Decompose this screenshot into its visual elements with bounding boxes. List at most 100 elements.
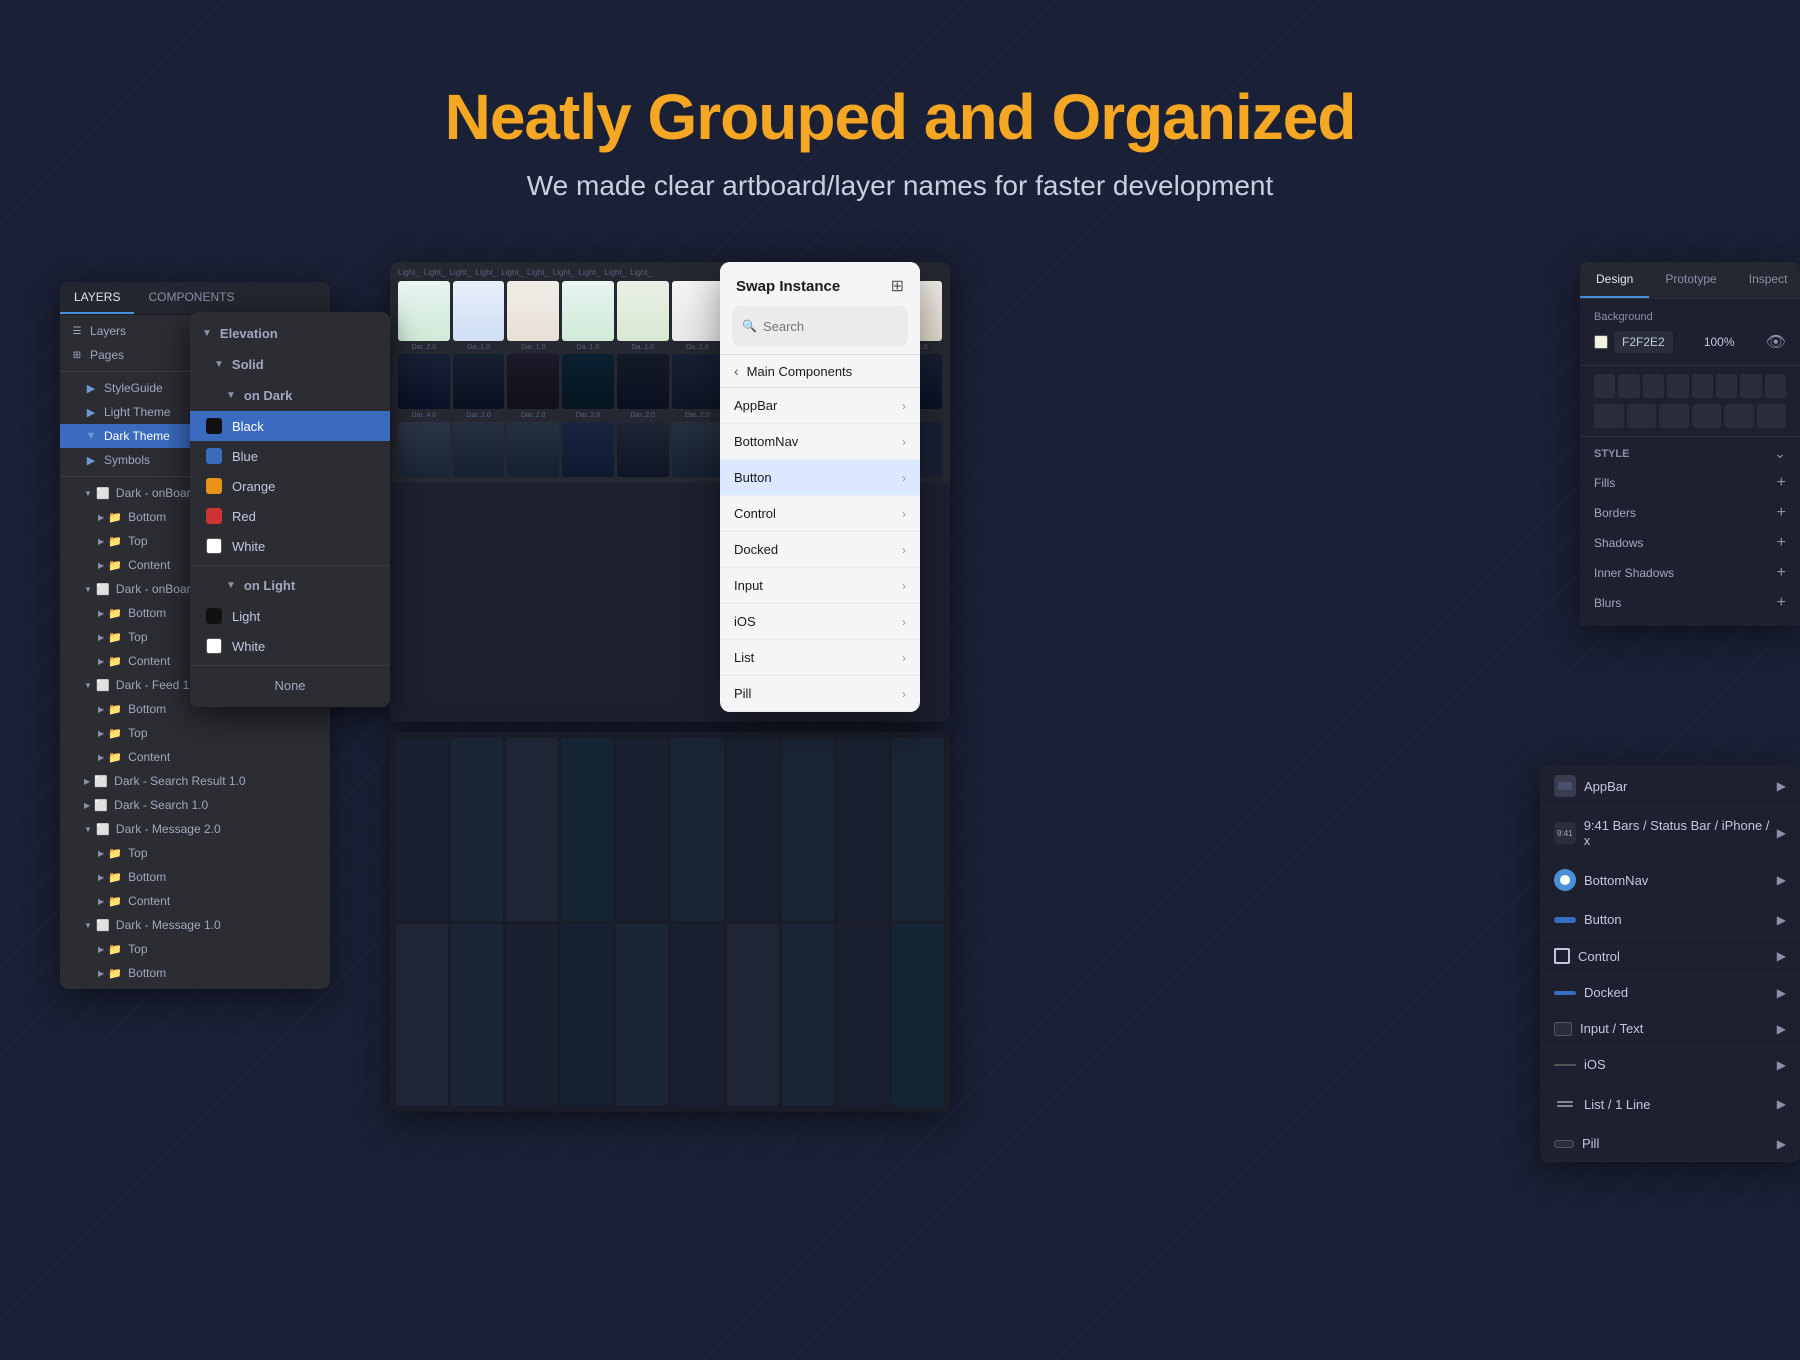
- statusbar-label: 9:41 Bars / Status Bar / iPhone / x: [1584, 818, 1777, 848]
- layers-icon: ☰: [70, 324, 84, 338]
- arrow-right-icon: ▶: [1777, 1137, 1786, 1151]
- swap-item-ios[interactable]: iOS ›: [720, 604, 920, 640]
- bottom-item-docked[interactable]: Docked ▶: [1540, 975, 1800, 1011]
- docked-icon: [1554, 991, 1576, 995]
- layer-dark-message1[interactable]: ▼ ⬜ Dark - Message 1.0: [60, 913, 330, 937]
- page-container: Neatly Grouped and Organized We made cle…: [0, 0, 1800, 1360]
- chevron-down-icon[interactable]: ⌄: [1774, 445, 1786, 462]
- black-swatch: [206, 418, 222, 434]
- bottom-item-bottomnav[interactable]: BottomNav ▶: [1540, 859, 1800, 902]
- add-icon[interactable]: +: [1777, 594, 1786, 612]
- swap-item-docked[interactable]: Docked ›: [720, 532, 920, 568]
- white-swatch: [206, 538, 222, 554]
- prop-ctrl-4[interactable]: [1692, 404, 1722, 428]
- chevron-right-icon: ›: [902, 687, 906, 701]
- white-label-light: White: [232, 639, 265, 654]
- add-icon[interactable]: +: [1777, 474, 1786, 492]
- search-input[interactable]: [763, 319, 920, 334]
- align-ctrl-3[interactable]: [1643, 374, 1664, 398]
- none-option[interactable]: None: [190, 670, 390, 701]
- arrow-right-icon: ▶: [1777, 913, 1786, 927]
- bottom-right-panel: AppBar ▶ 9:41 9:41 Bars / Status Bar / i…: [1540, 765, 1800, 1162]
- bottom-item-inputtext[interactable]: Input / Text ▶: [1540, 1011, 1800, 1047]
- color-item-white-dark[interactable]: White: [190, 531, 390, 561]
- swap-item-button[interactable]: Button ›: [720, 460, 920, 496]
- screen-icon: ⬜: [94, 774, 108, 788]
- prop-ctrl-6[interactable]: [1757, 404, 1787, 428]
- content-area: LAYERS COMPONENTS ☰ Layers ⊞ Pages ▶ Sty…: [0, 262, 1800, 1162]
- back-icon[interactable]: ‹: [734, 363, 739, 379]
- align-ctrl-1[interactable]: [1594, 374, 1615, 398]
- chevron-right-icon: ›: [902, 615, 906, 629]
- layer-top-5[interactable]: ▶ 📁 Top: [60, 937, 330, 961]
- add-icon[interactable]: +: [1777, 534, 1786, 552]
- swap-item-bottomnav[interactable]: BottomNav ›: [720, 424, 920, 460]
- tab-prototype[interactable]: Prototype: [1649, 262, 1732, 298]
- bottom-item-pill[interactable]: Pill ▶: [1540, 1126, 1800, 1162]
- pill-label: Pill: [1582, 1136, 1599, 1151]
- layer-bottom-4[interactable]: ▶ 📁 Bottom: [60, 865, 330, 889]
- layers-tabs: LAYERS COMPONENTS: [60, 282, 330, 315]
- list-icon: [1554, 1093, 1576, 1115]
- chevron-right-icon: ›: [902, 507, 906, 521]
- layer-dark-search[interactable]: ▶ ⬜ Dark - Search 1.0: [60, 793, 330, 817]
- align-ctrl-5[interactable]: [1692, 374, 1713, 398]
- borders-label: Borders: [1594, 506, 1636, 520]
- swap-header: Swap Instance ⊞: [720, 262, 920, 306]
- prop-ctrl-2[interactable]: [1627, 404, 1657, 428]
- swap-item-pill[interactable]: Pill ›: [720, 676, 920, 712]
- layers-tab-components[interactable]: COMPONENTS: [134, 282, 248, 314]
- bottom-item-button[interactable]: Button ▶: [1540, 902, 1800, 938]
- tab-inspect[interactable]: Inspect: [1733, 262, 1800, 298]
- input-label: Input: [734, 578, 763, 593]
- inputtext-label: Input / Text: [1580, 1021, 1643, 1036]
- layer-content-3[interactable]: ▶ 📁 Content: [60, 745, 330, 769]
- bottom-item-statusbar[interactable]: 9:41 9:41 Bars / Status Bar / iPhone / x…: [1540, 808, 1800, 859]
- align-ctrl-7[interactable]: [1740, 374, 1761, 398]
- swap-breadcrumb[interactable]: ‹ Main Components: [720, 354, 920, 388]
- appbar-left: AppBar: [1554, 775, 1627, 797]
- layer-bottom-5[interactable]: ▶ 📁 Bottom: [60, 961, 330, 985]
- eye-icon[interactable]: 👁: [1766, 332, 1786, 352]
- align-ctrl-6[interactable]: [1716, 374, 1737, 398]
- align-ctrl-8[interactable]: [1765, 374, 1786, 398]
- color-item-black-light[interactable]: Light: [190, 601, 390, 631]
- prop-ctrl-1[interactable]: [1594, 404, 1624, 428]
- swap-item-list[interactable]: List ›: [720, 640, 920, 676]
- docked-left: Docked: [1554, 985, 1628, 1000]
- appbar-label: AppBar: [1584, 779, 1627, 794]
- bottom-item-appbar[interactable]: AppBar ▶: [1540, 765, 1800, 808]
- folder-icon: 📁: [108, 846, 122, 860]
- color-item-blue-dark[interactable]: Blue: [190, 441, 390, 471]
- arrow-right-icon: ▶: [1777, 1022, 1786, 1036]
- layer-top-4[interactable]: ▶ 📁 Top: [60, 841, 330, 865]
- prop-ctrl-5[interactable]: [1724, 404, 1754, 428]
- bg-value: F2F2E2: [1614, 331, 1673, 353]
- bottom-item-ios[interactable]: iOS ▶: [1540, 1047, 1800, 1083]
- swap-search[interactable]: 🔍 Local comp... ▼: [732, 306, 908, 346]
- bottom-item-list[interactable]: List / 1 Line ▶: [1540, 1083, 1800, 1126]
- prop-ctrl-3[interactable]: [1659, 404, 1689, 428]
- blue-label: Blue: [232, 449, 258, 464]
- add-icon[interactable]: +: [1777, 504, 1786, 522]
- tab-design[interactable]: Design: [1580, 262, 1649, 298]
- align-ctrl-4[interactable]: [1667, 374, 1688, 398]
- align-ctrl-2[interactable]: [1618, 374, 1639, 398]
- color-item-orange-dark[interactable]: Orange: [190, 471, 390, 501]
- add-icon[interactable]: +: [1777, 564, 1786, 582]
- bg-color-swatch[interactable]: [1594, 335, 1608, 349]
- layer-top-3[interactable]: ▶ 📁 Top: [60, 721, 330, 745]
- triangle-icon: ▶: [98, 969, 104, 978]
- color-item-white-light[interactable]: White: [190, 631, 390, 661]
- swap-item-input[interactable]: Input ›: [720, 568, 920, 604]
- layer-dark-search-result[interactable]: ▶ ⬜ Dark - Search Result 1.0: [60, 769, 330, 793]
- bottom-item-control[interactable]: Control ▶: [1540, 938, 1800, 975]
- layers-tab-layers[interactable]: LAYERS: [60, 282, 134, 314]
- swap-item-control[interactable]: Control ›: [720, 496, 920, 532]
- swap-item-appbar[interactable]: AppBar ›: [720, 388, 920, 424]
- color-item-red-dark[interactable]: Red: [190, 501, 390, 531]
- orange-swatch: [206, 478, 222, 494]
- layer-content-4[interactable]: ▶ 📁 Content: [60, 889, 330, 913]
- layer-dark-message2[interactable]: ▼ ⬜ Dark - Message 2.0: [60, 817, 330, 841]
- color-item-black-dark[interactable]: Black: [190, 411, 390, 441]
